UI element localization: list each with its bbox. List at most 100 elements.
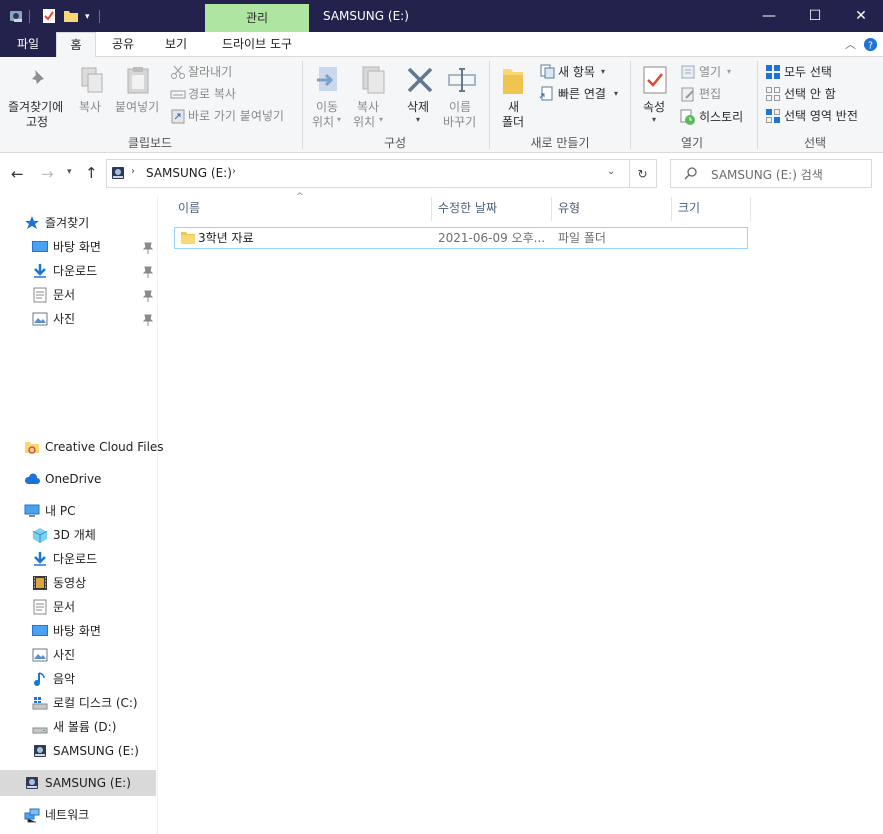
recent-locations-chevron-icon[interactable]: ▾	[67, 167, 72, 177]
edit-icon	[681, 87, 694, 102]
column-header-type[interactable]: 유형	[558, 197, 580, 221]
edit-button[interactable]: 편집	[699, 85, 721, 102]
nav-item-pictures[interactable]: 사진	[32, 308, 157, 330]
nav-label: 음악	[53, 672, 76, 686]
nav-label: Creative Cloud Files	[45, 440, 164, 454]
pictures-icon	[32, 648, 48, 662]
tab-share[interactable]: 공유	[100, 32, 146, 57]
open-dropdown-icon[interactable]: ▾	[727, 67, 731, 76]
column-divider[interactable]	[431, 197, 432, 221]
rename-icon	[448, 68, 476, 92]
help-icon[interactable]: ?	[863, 37, 878, 52]
file-name: 3학년 자료	[198, 231, 254, 245]
drive-icon[interactable]	[8, 8, 24, 24]
invert-selection-button[interactable]: 선택 영역 반전	[784, 107, 858, 124]
column-header-modified[interactable]: 수정한 날짜	[438, 197, 497, 221]
new-item-dropdown-icon[interactable]: ▾	[601, 67, 605, 76]
open-icon	[681, 65, 695, 79]
history-button[interactable]: 히스토리	[699, 108, 743, 125]
organize-group-label: 구성	[383, 136, 407, 150]
search-icon	[684, 167, 697, 180]
group-divider	[302, 61, 303, 149]
delete-button[interactable]: 삭제	[407, 98, 429, 115]
nav-item-documents[interactable]: 문서	[32, 284, 157, 306]
nav-label: 사진	[53, 648, 76, 662]
nav-label: 다운로드	[53, 552, 98, 566]
qa-separator	[29, 10, 30, 23]
back-arrow-icon[interactable]: ←	[11, 165, 24, 183]
properties-button[interactable]: 속성	[643, 98, 665, 115]
copy-button[interactable]: 복사	[79, 98, 101, 115]
group-divider	[757, 61, 758, 149]
nav-label: 로컬 디스크 (C:)	[53, 696, 138, 710]
paste-button[interactable]: 붙여넣기	[115, 98, 159, 115]
properties-dropdown-icon[interactable]: ▾	[652, 115, 656, 124]
copy-to-dropdown-icon[interactable]: ▾	[379, 115, 383, 124]
pinned-icon[interactable]	[143, 242, 153, 254]
column-header-size[interactable]: 크기	[678, 197, 700, 221]
drive-icon	[26, 777, 38, 789]
up-arrow-icon[interactable]: ↑	[85, 164, 98, 182]
properties-check-icon[interactable]	[41, 8, 57, 24]
tab-home[interactable]: 홈	[56, 32, 96, 58]
breadcrumb-separator-icon[interactable]: ›	[232, 166, 236, 177]
breadcrumb-drive[interactable]: SAMSUNG (E:)	[146, 166, 232, 180]
nav-label: 바탕 화면	[53, 240, 101, 254]
customize-qa-chevron-icon[interactable]: ▾	[85, 12, 90, 22]
ribbon: 즐겨찾기에 고정 복사 붙여넣기 잘라내기 경로 복사 바로 가기 붙여넣기 클…	[0, 57, 883, 153]
desktop-icon	[32, 625, 48, 636]
breadcrumb-separator-icon[interactable]: ›	[131, 166, 135, 177]
minimize-button[interactable]: —	[746, 0, 792, 32]
paste-icon	[127, 67, 149, 94]
refresh-button[interactable]: ↻	[629, 159, 657, 188]
folder-icon	[181, 232, 195, 244]
svg-text:?: ?	[868, 40, 873, 51]
forward-arrow-icon[interactable]: →	[41, 165, 54, 183]
tab-manage[interactable]: 관리	[205, 4, 309, 32]
column-divider[interactable]	[671, 197, 672, 221]
maximize-button[interactable]: ☐	[792, 0, 838, 32]
easy-access-dropdown-icon[interactable]: ▾	[614, 89, 618, 98]
invert-selection-icon	[766, 109, 780, 123]
hard-drive-icon	[32, 727, 48, 734]
nav-item-desktop[interactable]: 바탕 화면	[32, 236, 157, 258]
pinned-icon[interactable]	[143, 266, 153, 278]
copy-path-icon	[170, 90, 186, 99]
cube-icon	[32, 528, 48, 543]
collapse-ribbon-chevron-icon[interactable]: ︿	[845, 36, 856, 52]
pictures-icon	[32, 312, 48, 326]
select-all-button[interactable]: 모두 선택	[784, 63, 832, 80]
paste-shortcut-icon	[171, 109, 185, 124]
group-divider	[489, 61, 490, 149]
column-header-name[interactable]: 이름	[178, 197, 200, 221]
new-folder-icon[interactable]	[63, 8, 79, 24]
copy-path-button[interactable]: 경로 복사	[188, 85, 236, 102]
pinned-icon[interactable]	[143, 290, 153, 302]
column-divider[interactable]	[750, 197, 751, 221]
new-item-button[interactable]: 새 항목	[558, 63, 595, 80]
cut-icon	[171, 65, 185, 79]
nav-label: SAMSUNG (E:)	[45, 776, 131, 790]
tab-view[interactable]: 보기	[150, 32, 202, 57]
easy-access-button[interactable]: 빠른 연결	[558, 85, 606, 102]
cut-button[interactable]: 잘라내기	[188, 63, 232, 80]
address-history-chevron-icon[interactable]: ⌄	[607, 166, 615, 177]
rename-label: 바꾸기	[443, 115, 477, 129]
tab-drive-tools[interactable]: 드라이브 도구	[205, 32, 309, 57]
move-to-dropdown-icon[interactable]: ▾	[337, 115, 341, 124]
tab-file[interactable]: 파일	[0, 32, 56, 57]
delete-dropdown-icon[interactable]: ▾	[416, 115, 420, 124]
nav-label: 문서	[53, 600, 76, 614]
new-folder-label: 폴더	[502, 115, 525, 129]
column-divider[interactable]	[551, 197, 552, 221]
close-button[interactable]: ✕	[838, 0, 883, 32]
pinned-icon[interactable]	[143, 314, 153, 326]
download-arrow-icon	[34, 552, 46, 566]
select-none-button[interactable]: 선택 안 함	[784, 85, 836, 102]
paste-shortcut-button[interactable]: 바로 가기 붙여넣기	[188, 107, 284, 124]
file-row[interactable]: 3학년 자료 2021-06-09 오후... 파일 폴더	[174, 227, 748, 249]
pin-icon	[30, 70, 44, 86]
open-button[interactable]: 열기	[699, 63, 721, 80]
select-none-icon	[766, 87, 780, 101]
nav-item-downloads[interactable]: 다운로드	[32, 260, 157, 282]
